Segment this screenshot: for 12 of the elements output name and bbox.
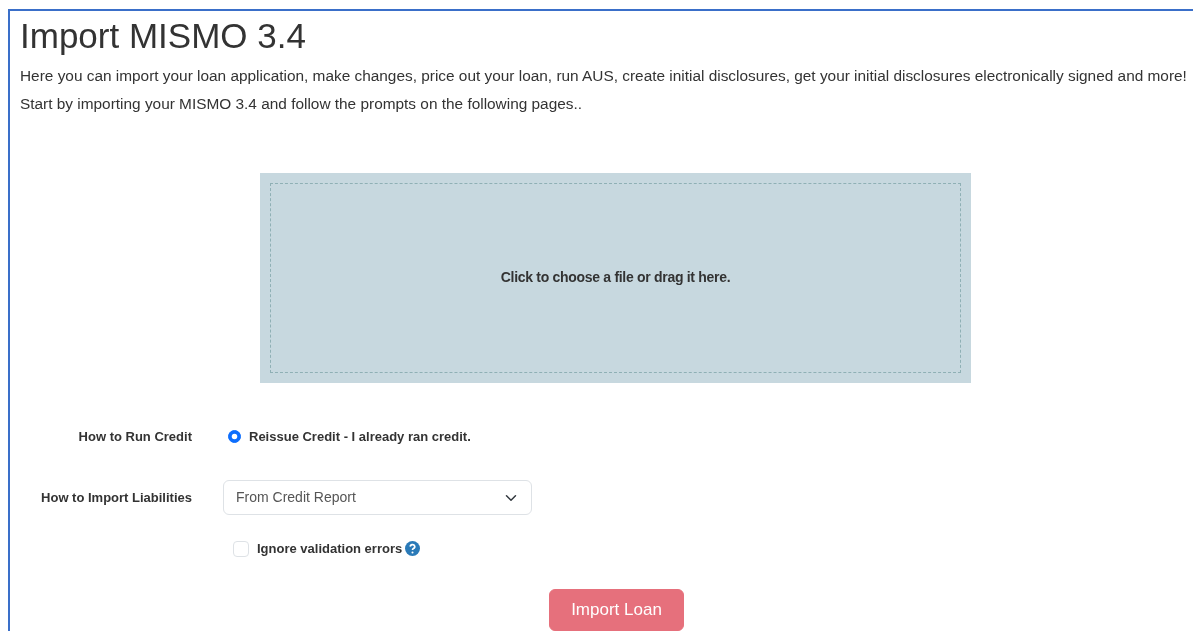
drop-zone-text: Click to choose a file or drag it here. bbox=[500, 268, 731, 287]
field-label: How to Import Liabilities bbox=[40, 488, 192, 507]
radio-label: Reissue Credit - I already ran credit. bbox=[249, 427, 471, 446]
field-label: How to Run Credit bbox=[77, 427, 192, 446]
radio-button[interactable] bbox=[228, 429, 241, 443]
help-icon[interactable] bbox=[405, 541, 421, 557]
checkbox-label: Ignore validation errors bbox=[257, 540, 403, 558]
file-drop-zone[interactable]: Click to choose a file or drag it here. bbox=[260, 172, 971, 383]
liabilities-dropdown[interactable]: From Credit Report bbox=[223, 480, 532, 515]
checkbox[interactable] bbox=[233, 540, 249, 557]
page-title: Import MISMO 3.4 bbox=[20, 17, 307, 56]
intro-paragraph: Here you can import your loan application, make changes, price out your loan, run AUS, create initial disclosures, get your initial disclosures electronically signed and more! Start by importing your MISMO 3.4 and follow the prompts on the following pages.. bbox=[20, 65, 1188, 114]
